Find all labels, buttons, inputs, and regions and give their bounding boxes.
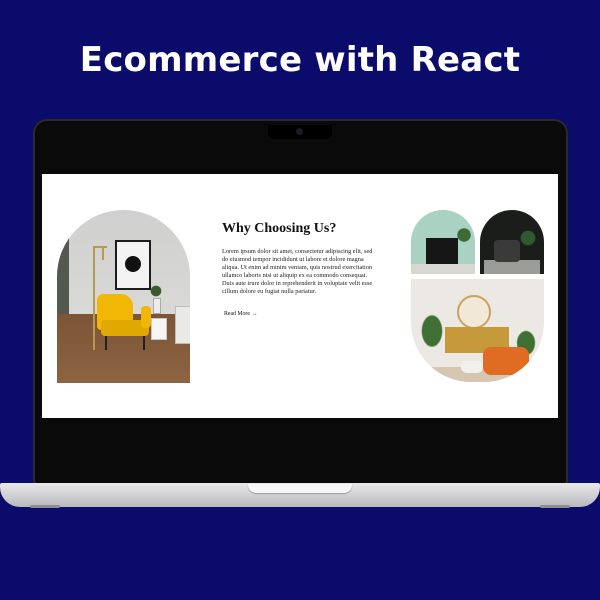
- wall-art-circle: [125, 256, 141, 272]
- plant: [518, 224, 538, 252]
- black-cabinet: [426, 238, 458, 264]
- plant: [415, 305, 449, 357]
- floor-lamp-head: [102, 246, 104, 260]
- read-more-link[interactable]: Read More →: [224, 311, 258, 317]
- floor-lamp-arm: [93, 246, 107, 248]
- armchair-leg: [143, 336, 145, 350]
- round-mirror: [457, 295, 491, 329]
- read-more-label: Read More: [224, 311, 250, 317]
- orange-sofa: [483, 347, 529, 375]
- cabinet: [175, 306, 190, 344]
- image-floor: [411, 264, 475, 274]
- laptop-screen: Why Choosing Us? Lorem ipsum dolor sit a…: [42, 174, 558, 418]
- plant-vase: [153, 298, 161, 314]
- rug: [484, 260, 540, 274]
- chair: [494, 240, 520, 262]
- hero-arch-image: [57, 210, 190, 383]
- laptop-foot: [540, 505, 570, 508]
- gallery-image-teal: [411, 210, 475, 274]
- arrow-right-icon: →: [251, 311, 258, 317]
- armchair-leg: [105, 336, 107, 350]
- floor-lamp: [93, 246, 95, 350]
- wall-art-frame: [115, 240, 151, 290]
- pouf: [461, 361, 483, 373]
- laptop-foot: [30, 505, 60, 508]
- side-table: [151, 318, 167, 340]
- section-body: Lorem ipsum dolor sit amet, consectetur …: [222, 248, 373, 296]
- armchair-arm: [141, 306, 151, 328]
- gallery-image-dark: [480, 210, 544, 274]
- camera-icon: [296, 128, 303, 135]
- plant: [455, 222, 473, 248]
- laptop-base-notch: [248, 484, 352, 493]
- promo-title: Ecommerce with React: [79, 40, 521, 80]
- gallery-image-living-room: [411, 279, 544, 382]
- image-wall-shadow: [57, 210, 69, 314]
- section-heading: Why Choosing Us?: [222, 221, 337, 236]
